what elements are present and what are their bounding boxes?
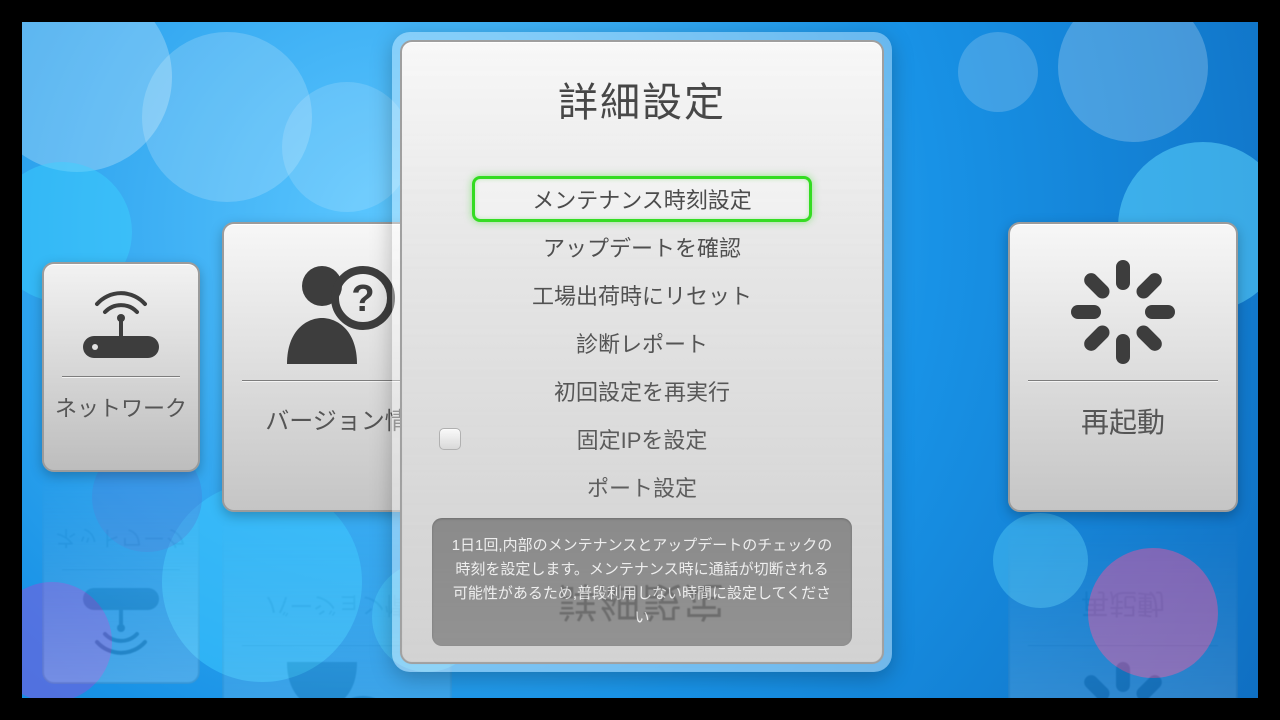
- card-network-label: ネットワーク: [44, 391, 198, 423]
- divider: [62, 376, 180, 377]
- panel-description: 1日1回,内部のメンテナンスとアップデートのチェックの時刻を設定します。メンテナ…: [432, 518, 852, 646]
- divider: [1028, 380, 1218, 381]
- decoration: [993, 513, 1088, 608]
- card-restart[interactable]: 再起動: [1008, 222, 1238, 512]
- menu-item-4[interactable]: 初回設定を再実行: [472, 368, 812, 414]
- spinner-icon: [1010, 252, 1236, 372]
- svg-text:?: ?: [351, 278, 374, 320]
- menu-item-5[interactable]: 固定IPを設定: [472, 416, 812, 462]
- card-restart-label: 再起動: [1010, 401, 1236, 441]
- menu-item-1[interactable]: アップデートを確認: [472, 224, 812, 270]
- card-network[interactable]: ネットワーク: [42, 262, 200, 472]
- decoration: [958, 32, 1038, 112]
- menu-item-6[interactable]: ポート設定: [472, 464, 812, 510]
- decoration: [1088, 548, 1218, 678]
- advanced-settings-panel: 詳細設定 メンテナンス時刻設定アップデートを確認工場出荷時にリセット診断レポート…: [392, 32, 892, 672]
- panel-title: 詳細設定: [558, 70, 726, 128]
- settings-screen: ネットワーク ? バージョン情: [22, 22, 1258, 698]
- menu-item-0[interactable]: メンテナンス時刻設定: [472, 176, 812, 222]
- panel-inner: 詳細設定 メンテナンス時刻設定アップデートを確認工場出荷時にリセット診断レポート…: [400, 40, 884, 664]
- checkbox-icon[interactable]: [439, 428, 461, 450]
- menu-item-3[interactable]: 診断レポート: [472, 320, 812, 366]
- router-wifi-icon: [44, 288, 198, 368]
- menu-item-2[interactable]: 工場出荷時にリセット: [472, 272, 812, 318]
- decoration: [142, 32, 312, 202]
- decoration: [1058, 22, 1208, 142]
- decoration: [22, 582, 112, 698]
- settings-menu: メンテナンス時刻設定アップデートを確認工場出荷時にリセット診断レポート初回設定を…: [402, 176, 882, 510]
